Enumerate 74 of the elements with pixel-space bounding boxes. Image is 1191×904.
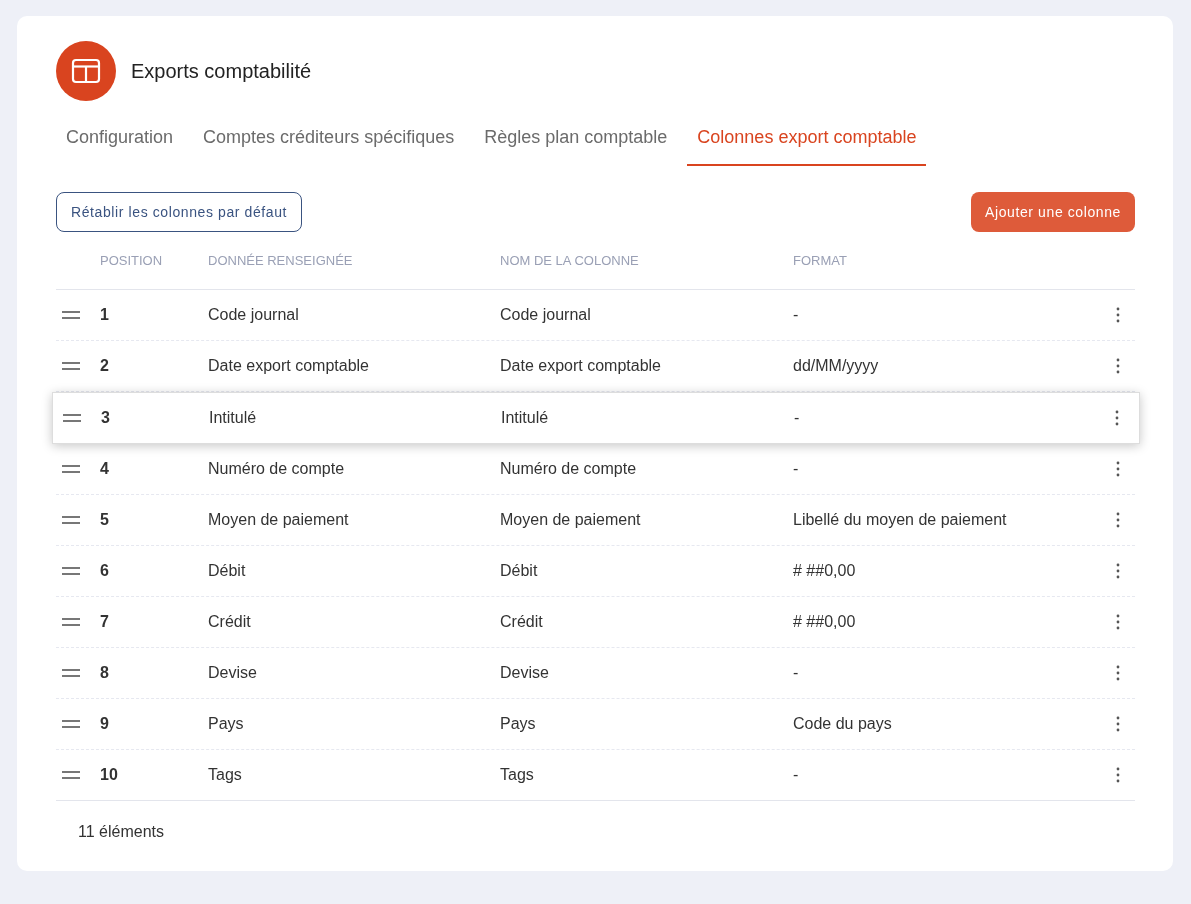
table-cell-text: dd/MM/yyyy — [793, 357, 880, 375]
drag-handle-icon[interactable] — [62, 465, 80, 473]
column-header: DONNÉE RENSEIGNÉE — [208, 253, 354, 268]
drag-handle-icon[interactable] — [62, 618, 80, 626]
table-cell-text: Pays — [208, 715, 245, 733]
tab[interactable]: Colonnes export comptable — [687, 121, 927, 166]
table-cell-text: Devise — [500, 664, 550, 682]
table-cell-text: # ##0,00 — [793, 562, 857, 580]
column-header: NOM DE LA COLONNE — [500, 253, 640, 268]
more-options-icon[interactable] — [1116, 512, 1120, 528]
table-cell-text: Date export comptable — [208, 357, 370, 375]
table-cell-text: Crédit — [208, 613, 252, 631]
table-cell-text: Code journal — [208, 306, 300, 324]
table-cell-text: 6 — [100, 562, 110, 580]
table-cell-text: Débit — [208, 562, 247, 580]
tab[interactable]: Comptes créditeurs spécifiques — [193, 121, 465, 166]
table-cell-text: - — [794, 409, 801, 427]
dragged-row[interactable]: 3 Intitulé Intitulé - — [52, 392, 1140, 444]
table-cell-text: Devise — [208, 664, 258, 682]
table-cell-text: 2 — [100, 357, 110, 375]
drag-handle-icon[interactable] — [62, 771, 80, 779]
drag-handle-icon[interactable] — [62, 669, 80, 677]
table-cell-text: Libellé du moyen de paiement — [793, 511, 1008, 529]
column-header: FORMAT — [793, 253, 848, 268]
table-cell-text: - — [793, 306, 800, 324]
table-cell-text: 3 — [101, 409, 111, 427]
table-cell-text: 4 — [100, 460, 110, 478]
add-column-button[interactable]: Ajouter une colonne — [971, 192, 1135, 232]
tab[interactable]: Configuration — [56, 121, 184, 166]
table-cell-text: Pays — [500, 715, 537, 733]
table-cell-text: Tags — [500, 766, 535, 784]
tab[interactable]: Règles plan comptable — [474, 121, 678, 166]
page-title: Exports comptabilité — [131, 59, 312, 83]
table-cell-text: Code du pays — [793, 715, 893, 733]
table-cell-text: Crédit — [500, 613, 544, 631]
table-cell-text: 9 — [100, 715, 110, 733]
table-cell-text: - — [793, 664, 800, 682]
table-cell-text: 5 — [100, 511, 110, 529]
table-cell-text: Moyen de paiement — [500, 511, 642, 529]
more-options-icon[interactable] — [1116, 358, 1120, 374]
table-cell-text: Intitulé — [501, 409, 550, 427]
more-options-icon[interactable] — [1116, 563, 1120, 579]
drag-handle-icon[interactable] — [63, 414, 81, 422]
table-cell-text: - — [793, 766, 800, 784]
more-options-icon[interactable] — [1116, 307, 1120, 323]
table-cell-text: Numéro de compte — [208, 460, 346, 478]
reset-columns-button[interactable]: Rétablir les colonnes par défaut — [56, 192, 303, 232]
table-cell-text: Moyen de paiement — [208, 511, 350, 529]
table-cell-text: Débit — [500, 562, 539, 580]
item-count: 11 éléments — [77, 822, 165, 841]
table-cell-text: 10 — [100, 766, 119, 784]
more-options-icon[interactable] — [1116, 767, 1120, 783]
drag-handle-icon[interactable] — [62, 720, 80, 728]
table-cell-text: Numéro de compte — [500, 460, 638, 478]
table-cell-text: Date export comptable — [500, 357, 662, 375]
drag-handle-icon[interactable] — [62, 362, 80, 370]
table-cell-text: Code journal — [500, 306, 592, 324]
more-options-icon[interactable] — [1116, 665, 1120, 681]
layout-icon — [56, 41, 116, 101]
drag-handle-icon[interactable] — [62, 567, 80, 575]
more-options-icon[interactable] — [1116, 461, 1120, 477]
table-cell-text: 7 — [100, 613, 110, 631]
drag-handle-icon[interactable] — [62, 311, 80, 319]
table-cell-text: - — [793, 460, 800, 478]
more-options-icon[interactable] — [1115, 410, 1119, 426]
column-header: POSITION — [100, 253, 164, 268]
drag-handle-icon[interactable] — [62, 516, 80, 524]
table-cell-text: 8 — [100, 664, 110, 682]
more-options-icon[interactable] — [1116, 614, 1120, 630]
more-options-icon[interactable] — [1116, 716, 1120, 732]
table-cell-text: Intitulé — [209, 409, 258, 427]
table-cell-text: Tags — [208, 766, 243, 784]
table-cell-text: # ##0,00 — [793, 613, 857, 631]
table-cell-text: 1 — [100, 306, 110, 324]
